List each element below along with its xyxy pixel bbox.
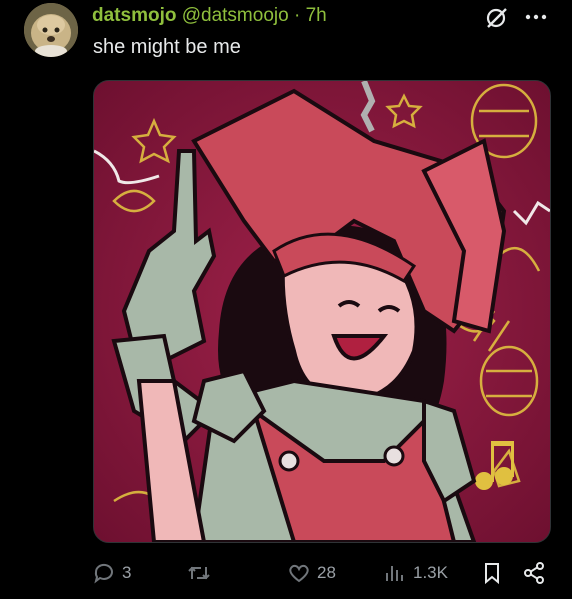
- views-count: 1.3K: [413, 563, 448, 582]
- action-bar: 3 28 1.3K: [0, 556, 572, 590]
- views-button[interactable]: 1.3K: [383, 556, 448, 590]
- tweet-text: she might be me: [93, 36, 241, 58]
- avatar[interactable]: [24, 3, 78, 57]
- retweet-button[interactable]: [187, 556, 211, 590]
- like-button[interactable]: 28: [287, 556, 336, 590]
- bookmark-button[interactable]: [480, 556, 504, 590]
- heart-icon: [289, 564, 309, 583]
- reply-button[interactable]: 3: [92, 556, 131, 590]
- reply-count: 3: [122, 563, 132, 582]
- views-icon: [386, 566, 403, 581]
- retweet-icon: [188, 566, 210, 580]
- tweet-header: datsmojo @datsmoojo · 7h: [92, 5, 327, 27]
- bookmark-icon: [485, 563, 499, 585]
- display-name[interactable]: datsmojo: [92, 5, 176, 26]
- timestamp[interactable]: 7h: [306, 5, 327, 26]
- share-button[interactable]: [522, 556, 546, 590]
- share-icon: [524, 562, 544, 584]
- reply-icon: [94, 563, 113, 584]
- user-handle[interactable]: @datsmoojo: [182, 5, 289, 26]
- tweet-image[interactable]: [93, 80, 551, 543]
- separator-dot: ·: [293, 5, 301, 26]
- like-count: 28: [317, 563, 336, 582]
- grok-icon[interactable]: [484, 6, 510, 30]
- more-icon[interactable]: [523, 6, 549, 28]
